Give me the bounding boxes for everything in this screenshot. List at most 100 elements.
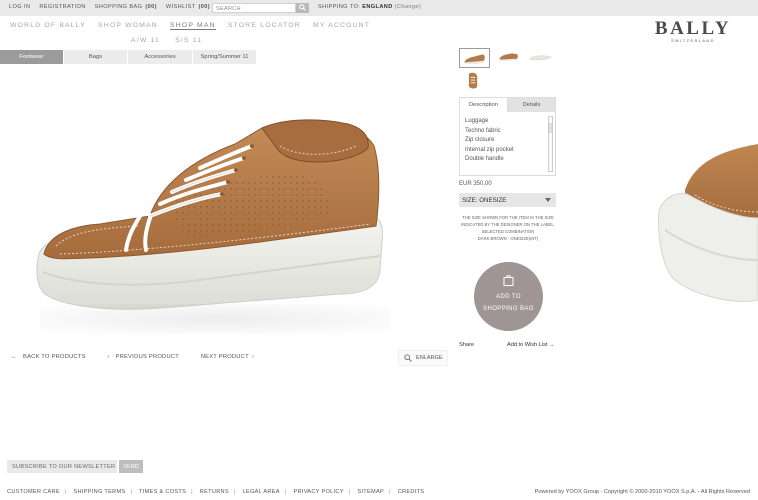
list-item: Internal zip pocket: [465, 146, 514, 153]
wishlist-count: (00): [198, 4, 211, 10]
size-note-line: THE SIZE SHOWN FOR THE ITEM IS THE SIZE: [462, 215, 554, 220]
registration-link[interactable]: REGISTRATION: [39, 4, 85, 10]
scrollbar-thumb[interactable]: [549, 123, 552, 133]
newsletter-send-button[interactable]: SEND: [119, 460, 143, 473]
thumbnail-2[interactable]: [493, 48, 524, 68]
add-to-bag-button[interactable]: ADD TO SHOPPING BAG: [474, 262, 543, 331]
description-scrollbar[interactable]: [548, 116, 553, 172]
next-product-label: NEXT PRODUCT: [200, 354, 249, 360]
footer-customer-care[interactable]: CUSTOMER CARE: [7, 489, 60, 495]
footer-privacy-policy[interactable]: PRIVACY POLICY: [293, 489, 343, 495]
footer-separator: |: [64, 489, 67, 495]
shoe-shadow: [40, 304, 390, 334]
list-item: Zip closure: [465, 137, 495, 143]
nav-store-locator[interactable]: STORE LOCATOR: [228, 22, 301, 29]
size-note-line: INDICATED BY THE DESIGNER ON THE LABEL.: [461, 222, 555, 227]
description-panel: Description Details Luggage Techno fabri…: [459, 97, 556, 176]
shipping-label: SHIPPING TO:: [318, 4, 361, 10]
previous-product-label: PREVIOUS PRODUCT: [115, 354, 179, 360]
zoomed-sneaker-image: [658, 144, 758, 302]
thumbnail-shoe-sole: [530, 55, 552, 61]
description-list: Luggage Techno fabric Zip closure Intern…: [460, 112, 555, 165]
bally-logo[interactable]: BALLY SWITZERLAND: [652, 18, 734, 43]
wishlist-link[interactable]: WISHLIST (00): [166, 4, 210, 10]
back-to-products-link[interactable]: ← BACK TO PRODUCTS: [11, 354, 96, 360]
search-button[interactable]: [296, 3, 309, 13]
description-tabs: Description Details: [460, 98, 555, 112]
tab-accessories[interactable]: Accessories: [128, 50, 193, 64]
shopping-bag-count: (00): [145, 4, 157, 10]
footer-separator: |: [348, 489, 351, 495]
product-image[interactable]: [0, 66, 450, 346]
product-navigation: ← BACK TO PRODUCTS ‹ PREVIOUS PRODUCT NEXT…: [11, 354, 274, 360]
category-tabs: Footwear Bags Accessories Spring/Summer …: [0, 50, 257, 64]
tab-spring-summer[interactable]: Spring/Summer 11: [193, 50, 257, 64]
shipping-change-link[interactable]: (Change): [395, 4, 422, 10]
list-item: Techno fabric: [465, 127, 501, 134]
add-to-wishlist-link[interactable]: Add to Wish List →: [507, 342, 555, 348]
share-link[interactable]: Share: [459, 342, 474, 348]
list-item: Luggage: [465, 118, 489, 124]
next-product-link[interactable]: NEXT PRODUCT ›: [201, 354, 264, 360]
nav-shop-man[interactable]: SHOP MAN: [170, 22, 216, 30]
tab-details[interactable]: Details: [508, 98, 555, 112]
search-input[interactable]: SEARCH: [212, 3, 296, 13]
add-to-wishlist-label: Add to Wish List: [507, 342, 548, 348]
footer-separator: |: [191, 489, 193, 495]
logo-brand: BALLY: [654, 18, 732, 39]
main-navigation: WORLD OF BALLY SHOP WOMAN SHOP MAN STORE…: [10, 22, 379, 30]
logo-subtitle: SWITZERLAND: [671, 39, 715, 43]
shopping-bag-link[interactable]: SHOPPING BAG (00): [95, 4, 157, 10]
chevron-right-icon: ›: [251, 354, 254, 360]
wishlist-label: WISHLIST: [165, 4, 196, 10]
magnifier-icon: [404, 354, 412, 362]
footer-separator: |: [389, 489, 391, 495]
nav-world-of-bally[interactable]: WORLD OF BALLY: [10, 22, 86, 29]
subnav-aw11[interactable]: A/W 11: [131, 37, 160, 44]
footer-separator: |: [233, 489, 236, 495]
footer-legal-area[interactable]: LEGAL AREA: [243, 489, 280, 495]
login-link[interactable]: LOG IN: [9, 4, 30, 10]
shipping-info: SHIPPING TO: ENGLAND (Change): [318, 4, 421, 10]
footer-shipping-terms[interactable]: SHIPPING TERMS: [74, 489, 126, 495]
footer-sitemap[interactable]: SITEMAP: [357, 489, 384, 495]
shipping-country: ENGLAND: [362, 4, 393, 10]
arrow-left-icon: ←: [11, 354, 17, 360]
arrow-right-icon: →: [548, 342, 555, 348]
footer-times-costs[interactable]: TIMES & COSTS: [139, 489, 186, 495]
chevron-left-icon: ‹: [107, 354, 110, 360]
tab-bags[interactable]: Bags: [64, 50, 128, 64]
footer-separator: |: [130, 489, 133, 495]
size-note: THE SIZE SHOWN FOR THE ITEM IS THE SIZE …: [459, 214, 557, 242]
size-select-value: SIZE: ONESIZE: [462, 196, 507, 204]
thumbnail-1[interactable]: [459, 48, 490, 68]
thumbnail-shoe-pair: [499, 53, 518, 62]
season-subnav: A/W 11 S/S 11: [131, 37, 214, 44]
shopping-bag-icon: [503, 275, 514, 286]
thumbnail-3[interactable]: [526, 48, 557, 68]
nav-shop-woman[interactable]: SHOP WOMAN: [98, 22, 158, 29]
tab-description[interactable]: Description: [460, 98, 508, 112]
size-note-line: DARK BROWN - ONESIZE(INT): [477, 236, 539, 241]
footer-separator: |: [284, 489, 287, 495]
footer-credits[interactable]: CREDITS: [398, 489, 425, 495]
copyright-text: Powered by YOOX Group - Copyright © 2000…: [534, 489, 750, 495]
footer-returns[interactable]: RETURNS: [200, 489, 229, 495]
account-links: LOG IN REGISTRATION SHOPPING BAG (00) WIS…: [9, 4, 217, 10]
back-to-products-label: BACK TO PRODUCTS: [23, 354, 86, 360]
add-to-bag-label-1: ADD TO: [496, 294, 521, 300]
subnav-ss11[interactable]: S/S 11: [175, 37, 202, 44]
size-note-line: SELECTED COMBINATION: [481, 229, 535, 234]
newsletter-input[interactable]: SUBSCRIBE TO OUR NEWSLETTER: [7, 460, 117, 473]
zoomed-product-preview: [655, 100, 758, 360]
list-item: Double handle: [465, 156, 504, 162]
enlarge-label: ENLARGE: [416, 355, 443, 361]
size-select[interactable]: SIZE: ONESIZE: [459, 193, 556, 207]
previous-product-link[interactable]: ‹ PREVIOUS PRODUCT: [107, 354, 189, 360]
thumbnail-shoe-side: [464, 54, 485, 65]
tab-footwear[interactable]: Footwear: [0, 50, 64, 64]
enlarge-button[interactable]: ENLARGE: [398, 350, 448, 366]
nav-my-account[interactable]: MY ACCOUNT: [313, 22, 370, 29]
top-utility-bar: LOG IN REGISTRATION SHOPPING BAG (00) WIS…: [0, 0, 758, 16]
thumbnail-4[interactable]: [459, 70, 490, 94]
